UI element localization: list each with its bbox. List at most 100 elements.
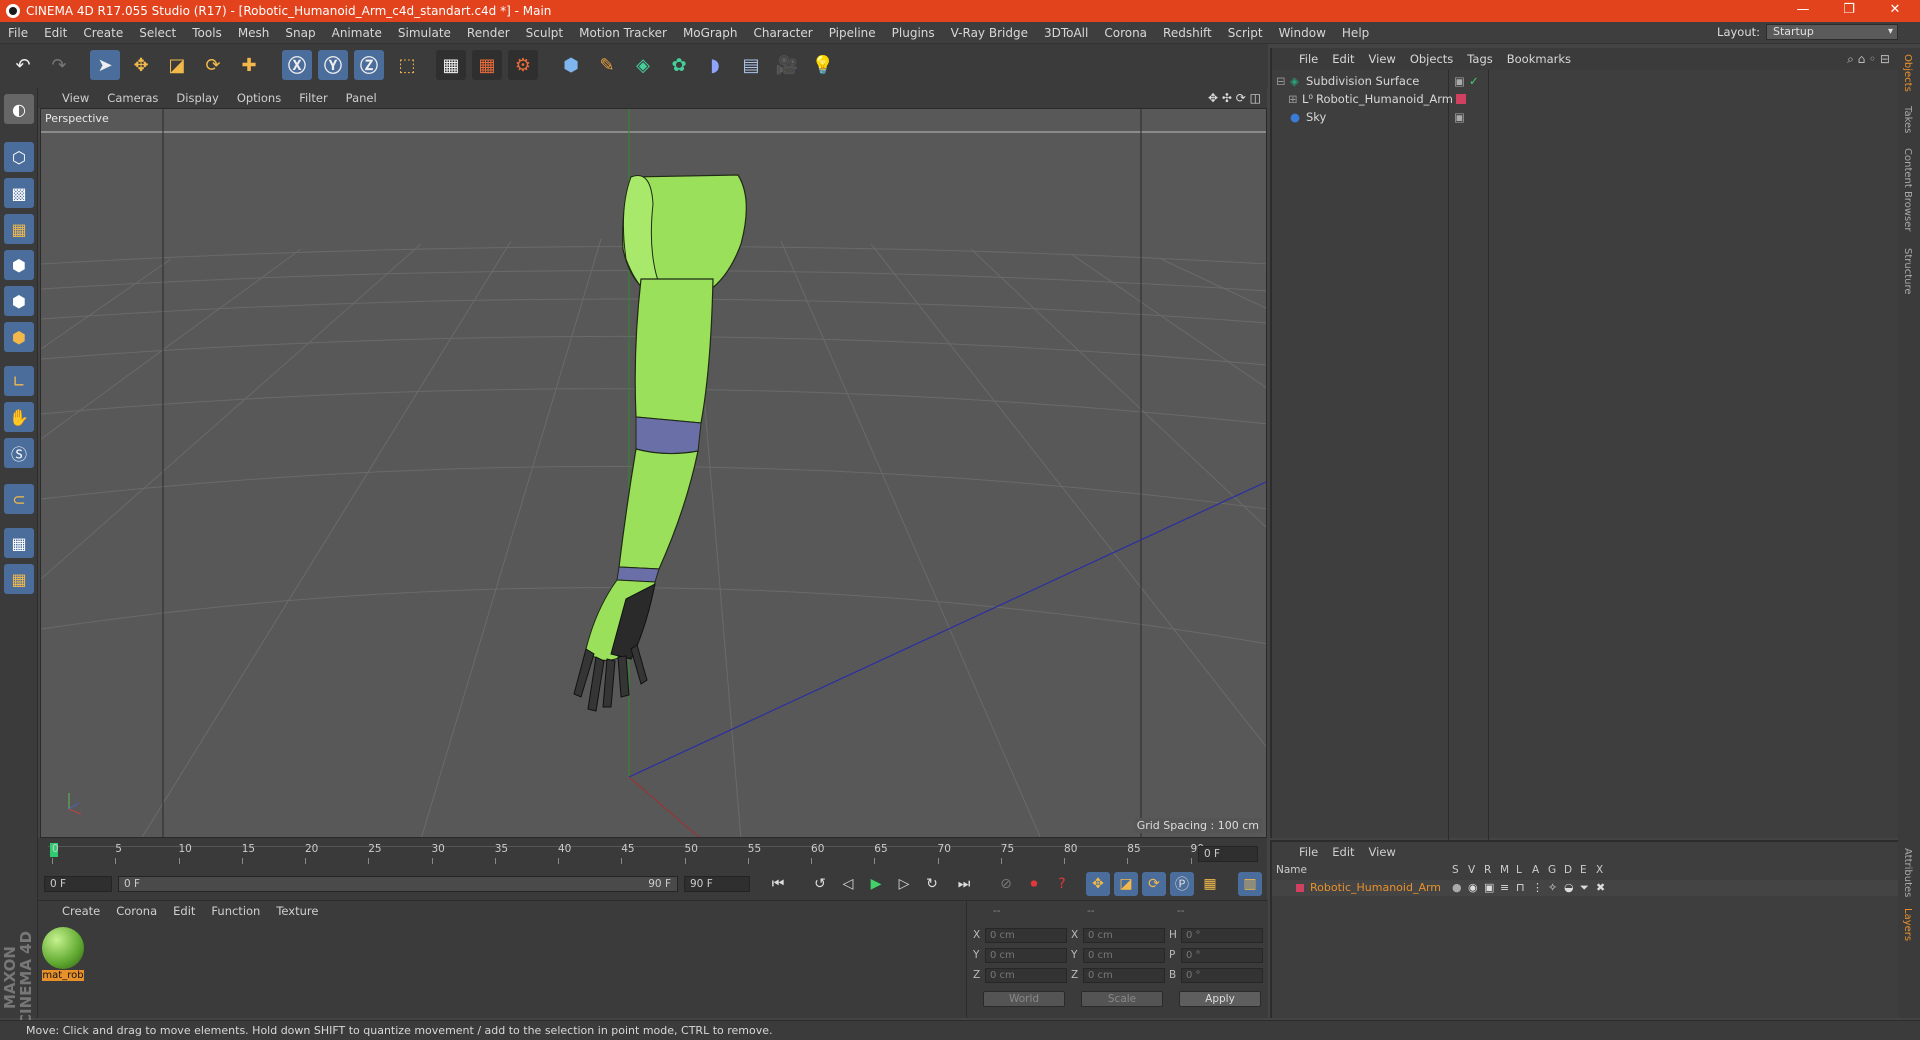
object-menu-objects[interactable]: Objects (1403, 52, 1460, 66)
snapping-icon[interactable]: Ⓢ (4, 438, 34, 468)
make-editable-icon[interactable]: ◐ (4, 94, 34, 124)
play-icon[interactable]: ▶ (864, 872, 888, 896)
redo-icon[interactable]: ↷ (44, 50, 74, 80)
go-to-end-icon[interactable]: ⏭ (952, 872, 976, 896)
coordinate-mode-dropdown[interactable]: World (983, 991, 1065, 1007)
menu-snap[interactable]: Snap (277, 26, 323, 40)
layer-lock-icon[interactable]: ⊓ (1516, 880, 1525, 896)
layer-deformers-icon[interactable]: ◒ (1564, 880, 1574, 896)
menu-plugins[interactable]: Plugins (884, 26, 943, 40)
layer-color-swatch[interactable] (1296, 884, 1304, 892)
tweak-mode-icon[interactable]: ✋ (4, 402, 34, 432)
model-mode-icon[interactable]: ⬡ (4, 142, 34, 172)
tab-structure[interactable]: Structure (1902, 248, 1913, 295)
menu-sculpt[interactable]: Sculpt (518, 26, 571, 40)
size-x-field[interactable]: 0 cm (1083, 928, 1165, 943)
layer-column-x[interactable]: X (1596, 864, 1603, 876)
viewport-menu-panel[interactable]: Panel (337, 91, 386, 105)
menu-corona[interactable]: Corona (1096, 26, 1155, 40)
camera-icon[interactable]: 🎥 (772, 50, 802, 80)
layer-column-g[interactable]: G (1548, 864, 1556, 876)
current-frame-field[interactable]: 0 F (1198, 846, 1258, 862)
menu-motion-tracker[interactable]: Motion Tracker (571, 26, 675, 40)
cube-primitive-icon[interactable]: ⬢ (556, 50, 586, 80)
menu-render[interactable]: Render (459, 26, 518, 40)
layer-column-d[interactable]: D (1564, 864, 1572, 876)
autokey-icon[interactable]: ? (1050, 872, 1074, 896)
menu-character[interactable]: Character (745, 26, 820, 40)
motion-path-icon[interactable]: ⊘ (994, 872, 1018, 896)
rotation-h-field[interactable]: 0 ° (1181, 928, 1263, 943)
menu-script[interactable]: Script (1220, 26, 1271, 40)
layer-row[interactable]: Robotic_Humanoid_Arm ● ◉ ▣ ≡ ⊓ ⋮ ✧ ◒ ⏷ ✖ (1272, 880, 1898, 896)
menu-redshift[interactable]: Redshift (1155, 26, 1220, 40)
record-keys-icon[interactable]: ⏺ (1022, 872, 1046, 896)
move-icon[interactable]: ✥ (126, 50, 156, 80)
object-row-robotic-arm[interactable]: ⊞ L⁰ Robotic_Humanoid_Arm (1272, 90, 1898, 108)
timeline-window-icon[interactable]: ▥ (1238, 872, 1262, 896)
layer-menu-file[interactable]: File (1292, 845, 1325, 859)
texture-mode-icon[interactable]: ▩ (4, 178, 34, 208)
layer-expressions-icon[interactable]: ⏷ (1580, 880, 1589, 896)
object-menu-edit[interactable]: Edit (1325, 52, 1361, 66)
frame-range-slider[interactable]: 0 F 90 F (118, 876, 678, 892)
layer-column-name[interactable]: Name (1276, 864, 1307, 876)
size-mode-dropdown[interactable]: Scale (1081, 991, 1163, 1007)
viewport-menu-display[interactable]: Display (167, 91, 227, 105)
layer-render-icon[interactable]: ▣ (1484, 880, 1494, 896)
key-rotation-icon[interactable]: ⟳ (1142, 872, 1166, 896)
size-z-field[interactable]: 0 cm (1083, 968, 1165, 983)
layer-column-e[interactable]: E (1580, 864, 1587, 876)
tab-objects[interactable]: Objects (1902, 54, 1913, 92)
previous-frame-icon[interactable]: ◁ (836, 872, 860, 896)
undo-icon[interactable]: ↶ (8, 50, 38, 80)
rotation-p-field[interactable]: 0 ° (1181, 948, 1263, 963)
locked-workplane-icon[interactable]: ▦ (4, 528, 34, 558)
axis-mode-icon[interactable]: ∟ (4, 366, 34, 396)
tab-takes[interactable]: Takes (1902, 106, 1913, 133)
scale-icon[interactable]: ◪ (162, 50, 192, 80)
menu-help[interactable]: Help (1334, 26, 1377, 40)
layer-manager-icon[interactable]: ≡ (1500, 880, 1509, 896)
object-search-icon[interactable]: ⌕ ⌂ ◦ ⊟ (1847, 52, 1890, 67)
tab-layers[interactable]: Layers (1902, 908, 1913, 941)
layer-column-a[interactable]: A (1532, 864, 1539, 876)
previous-key-icon[interactable]: ↺ (808, 872, 832, 896)
object-row-subdivision-surface[interactable]: ⊟ ◈ Subdivision Surface ▣ ✓ (1272, 72, 1898, 90)
polygons-mode-icon[interactable]: ⬢ (4, 322, 34, 352)
perspective-viewport[interactable]: Perspective Grid Spacing : 100 cm (40, 108, 1267, 838)
position-z-field[interactable]: 0 cm (985, 968, 1067, 983)
layer-column-r[interactable]: R (1484, 864, 1491, 876)
light-icon[interactable]: 💡 (808, 50, 838, 80)
menu-mograph[interactable]: MoGraph (675, 26, 746, 40)
menu-3dtoall[interactable]: 3DToAll (1036, 26, 1096, 40)
close-button[interactable]: ✕ (1872, 0, 1918, 22)
edges-mode-icon[interactable]: ⬢ (4, 286, 34, 316)
cloner-icon[interactable]: ✿ (664, 50, 694, 80)
viewport-menu-options[interactable]: Options (228, 91, 290, 105)
material-menu-texture[interactable]: Texture (268, 904, 326, 918)
maximize-button[interactable]: ❐ (1826, 0, 1872, 22)
menu-simulate[interactable]: Simulate (390, 26, 459, 40)
render-view-icon[interactable]: ▦ (436, 50, 466, 80)
robotic-arm-model[interactable] (573, 174, 747, 712)
next-frame-icon[interactable]: ▷ (892, 872, 916, 896)
layer-toggle-icon[interactable]: ▣ (1454, 108, 1465, 126)
render-settings-icon[interactable]: ⚙ (508, 50, 538, 80)
floor-icon[interactable]: ▤ (736, 50, 766, 80)
material-menu-function[interactable]: Function (203, 904, 268, 918)
layer-color-swatch[interactable] (1456, 94, 1466, 104)
material-menu-create[interactable]: Create (42, 904, 108, 918)
key-position-icon[interactable]: ✥ (1086, 872, 1110, 896)
viewport-menu-filter[interactable]: Filter (290, 91, 336, 105)
layout-dropdown[interactable]: Startup (1766, 24, 1898, 40)
layer-column-v[interactable]: V (1468, 864, 1475, 876)
menu-file[interactable]: File (0, 26, 36, 40)
render-picture-viewer-icon[interactable]: ▦ (472, 50, 502, 80)
z-axis-icon[interactable]: Ⓩ (354, 50, 384, 80)
layer-column-m[interactable]: M (1500, 864, 1509, 876)
layer-toggle-icon[interactable]: ▣ (1454, 72, 1465, 90)
object-menu-view[interactable]: View (1362, 52, 1403, 66)
menu-create[interactable]: Create (75, 26, 131, 40)
menu-mesh[interactable]: Mesh (230, 26, 278, 40)
